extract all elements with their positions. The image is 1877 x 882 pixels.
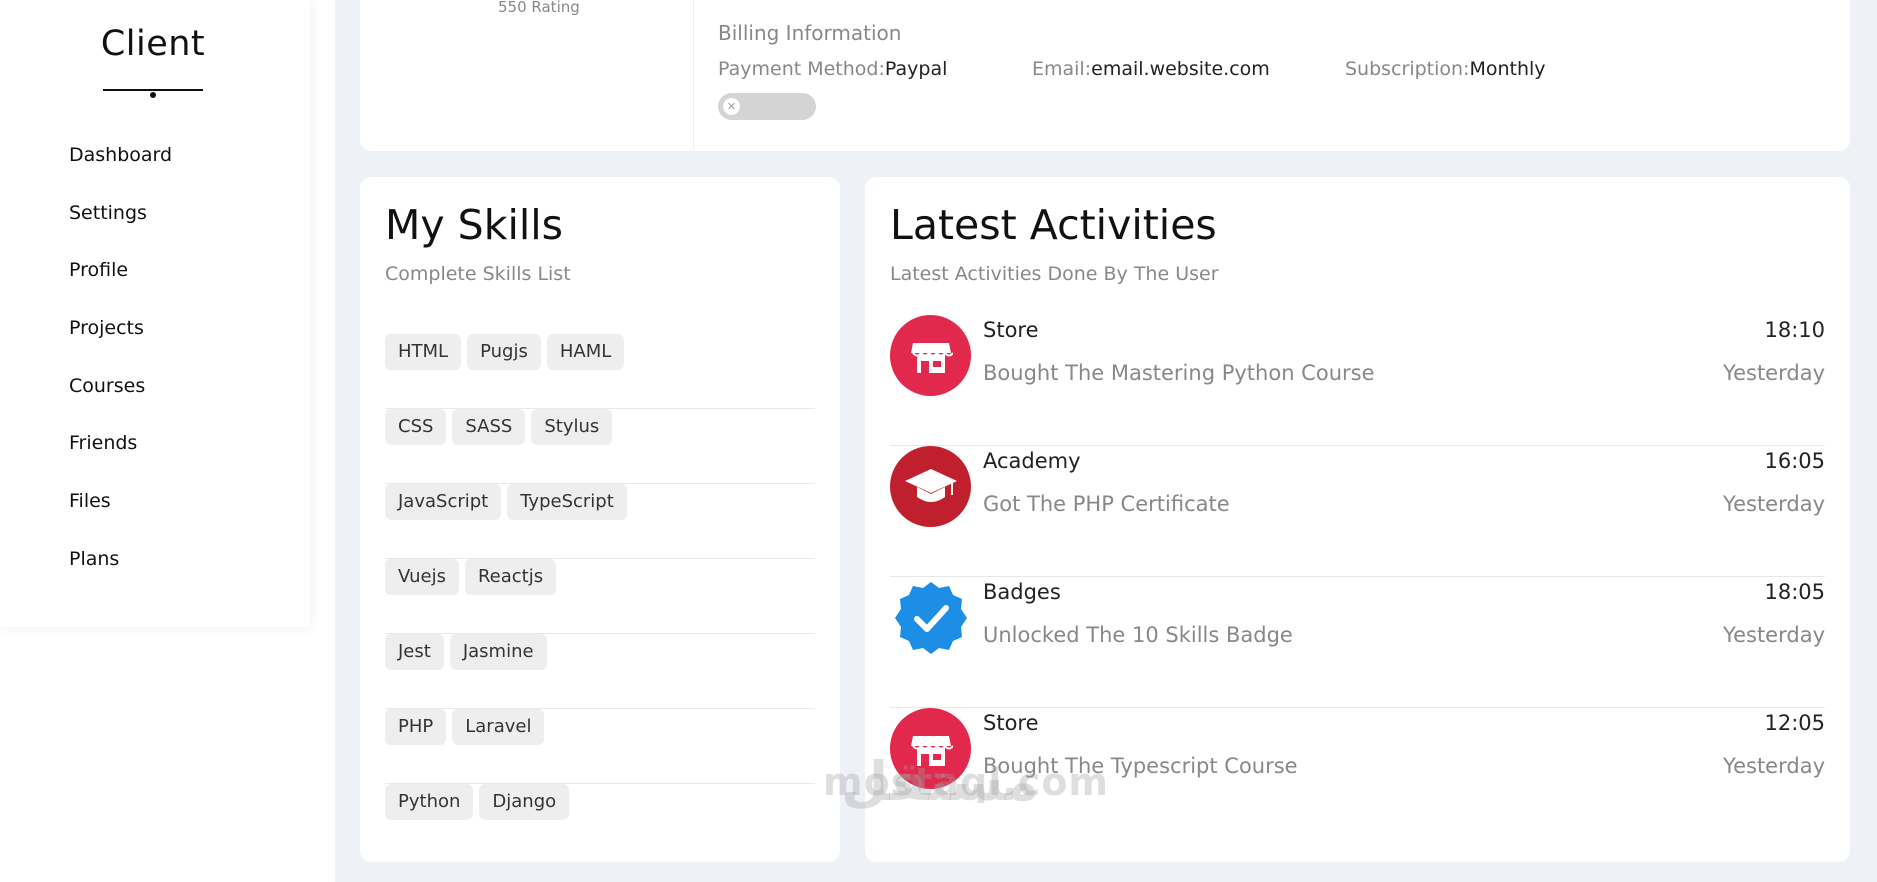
skill-tag: Pugjs [467,334,541,370]
skill-tag: Django [479,784,570,820]
skill-tag: Jest [385,634,444,670]
watermark-text: mostaql.com [823,760,1110,804]
skill-row: HTML Pugjs HAML [385,334,815,409]
skill-tag: HAML [546,334,625,370]
graduation-cap-icon [890,446,971,527]
activity-date: Yesterday [1723,492,1825,516]
payment-method: Payment Method:Paypal [718,58,947,80]
skill-tag: TypeScript [507,484,627,520]
activity-title: Academy [983,449,1081,473]
skill-tag: SASS [452,409,526,445]
activity-time: 16:05 [1764,449,1825,473]
payment-method-value: Paypal [884,58,948,80]
billing-toggle[interactable]: ✕ [718,93,816,120]
sidebar-item-plans[interactable]: Plans [69,545,172,603]
skill-tag: Jasmine [449,634,547,670]
activity-item: Academy Got The PHP Certificate 16:05 Ye… [890,446,1825,577]
email-label: Email: [1032,58,1092,80]
profile-divider [693,0,694,150]
skill-row: Jest Jasmine [385,634,815,709]
store-icon [890,315,971,396]
activity-time: 18:05 [1764,580,1825,604]
sidebar-item-friends[interactable]: Friends [69,429,172,487]
rating-count: 550 Rating [498,0,580,16]
activity-time: 18:10 [1764,318,1825,342]
skill-row: Vuejs Reactjs [385,559,815,634]
brand-divider [103,89,203,91]
sidebar-item-files[interactable]: Files [69,487,172,545]
skill-tag: Vuejs [385,559,459,595]
sidebar-item-dashboard[interactable]: Dashboard [69,141,172,199]
sidebar: Client Dashboard Settings Profile Projec… [0,0,310,627]
skill-tag: HTML [385,334,462,370]
skill-tag: Laravel [452,709,545,745]
sidebar-item-courses[interactable]: Courses [69,372,172,430]
skill-tag: PHP [385,709,447,745]
verified-badge-icon [890,577,971,658]
skills-card: My Skills Complete Skills List HTML Pugj… [360,177,840,862]
skill-tag: Python [385,784,474,820]
subscription-label: Subscription: [1345,58,1470,80]
activities-title: Latest Activities [890,201,1217,249]
skills-list: HTML Pugjs HAML CSS SASS Stylus JavaScri… [385,334,815,859]
skill-row: PHP Laravel [385,709,815,784]
activity-date: Yesterday [1723,361,1825,385]
brand-divider-dot [150,92,156,98]
activities-subtitle: Latest Activities Done By The User [890,263,1219,285]
skill-tag: JavaScript [385,484,502,520]
billing-email: Email:email.website.com [1032,58,1270,80]
activity-date: Yesterday [1723,754,1825,778]
activity-desc: Got The PHP Certificate [983,492,1230,516]
skills-subtitle: Complete Skills List [385,263,571,285]
activity-title: Store [983,318,1039,342]
skill-tag: CSS [385,409,447,445]
activity-title: Store [983,711,1039,735]
brand-title: Client [100,24,206,64]
skill-row: Python Django [385,784,815,859]
sidebar-item-projects[interactable]: Projects [69,314,172,372]
sidebar-nav: Dashboard Settings Profile Projects Cour… [69,141,172,603]
activity-item: Badges Unlocked The 10 Skills Badge 18:0… [890,577,1825,708]
close-icon: ✕ [723,98,740,115]
email-value: email.website.com [1091,58,1270,80]
activity-desc: Unlocked The 10 Skills Badge [983,623,1293,647]
sidebar-item-settings[interactable]: Settings [69,199,172,257]
skill-row: JavaScript TypeScript [385,484,815,559]
profile-card: 550 Rating Billing Information Payment M… [360,0,1850,151]
skill-tag: Reactjs [464,559,557,595]
activity-time: 12:05 [1764,711,1825,735]
skill-tag: Stylus [531,409,613,445]
skills-title: My Skills [385,201,563,249]
activity-item: Store Bought The Mastering Python Course… [890,315,1825,446]
activity-desc: Bought The Mastering Python Course [983,361,1375,385]
activity-date: Yesterday [1723,623,1825,647]
main-content: 550 Rating Billing Information Payment M… [335,0,1877,882]
payment-method-label: Payment Method: [718,58,885,80]
skill-row: CSS SASS Stylus [385,409,815,484]
subscription: Subscription:Monthly [1345,58,1546,80]
subscription-value: Monthly [1469,58,1546,80]
sidebar-item-profile[interactable]: Profile [69,256,172,314]
billing-title: Billing Information [718,21,902,45]
activity-title: Badges [983,580,1061,604]
